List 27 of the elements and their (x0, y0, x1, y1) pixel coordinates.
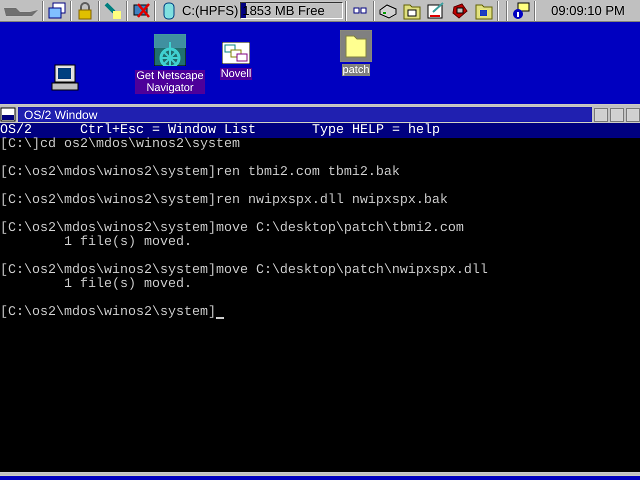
clock: 09:09:10 PM (550, 2, 626, 20)
icon-label: Get Netscape Navigator (135, 70, 205, 94)
drive-label: C:(HPFS) (182, 2, 238, 20)
ship-wheel-icon[interactable] (154, 34, 186, 66)
terminal-line: [C:\os2\mdos\winos2\system]ren tbmi2.com tbmi2.bak (0, 166, 401, 180)
icon-label: patch (342, 64, 370, 76)
terminal-line: [C:\]cd os2\mdos\winos2\system (0, 138, 241, 152)
prompt: [C:\os2\mdos\winos2\system] (0, 306, 216, 320)
status-text: Ctrl+Esc = Window List (80, 124, 257, 138)
terminal-line: [C:\os2\mdos\winos2\system]ren nwipxspx.dll nwipxspx.bak (0, 194, 449, 208)
terminal-line: [C:\os2\mdos\winos2\system]move C:\desktop\patch\tbmi2.com (0, 222, 465, 236)
maximize-button[interactable] (626, 108, 640, 122)
text-cursor (216, 317, 224, 319)
window-title: OS/2 Window (24, 108, 98, 122)
status-text: Type HELP = help (312, 124, 440, 138)
icon-label: Novell (220, 68, 252, 80)
flashlight-icon[interactable] (102, 0, 124, 20)
minimize-button[interactable] (610, 108, 624, 122)
status-text: OS/2 (0, 124, 32, 138)
terminal-line: [C:\os2\mdos\winos2\system]move C:\desktop\patch\nwipxspx.dll (0, 264, 489, 278)
info-icon[interactable] (510, 0, 532, 20)
terminal-line: 1 file(s) moved. (62, 278, 193, 292)
windows-icon[interactable] (222, 42, 250, 64)
hide-button[interactable] (594, 108, 608, 122)
terminal-line: 1 file(s) moved. (62, 236, 193, 250)
window-menu-icon[interactable] (0, 107, 16, 122)
window-list-icon[interactable] (46, 0, 68, 20)
